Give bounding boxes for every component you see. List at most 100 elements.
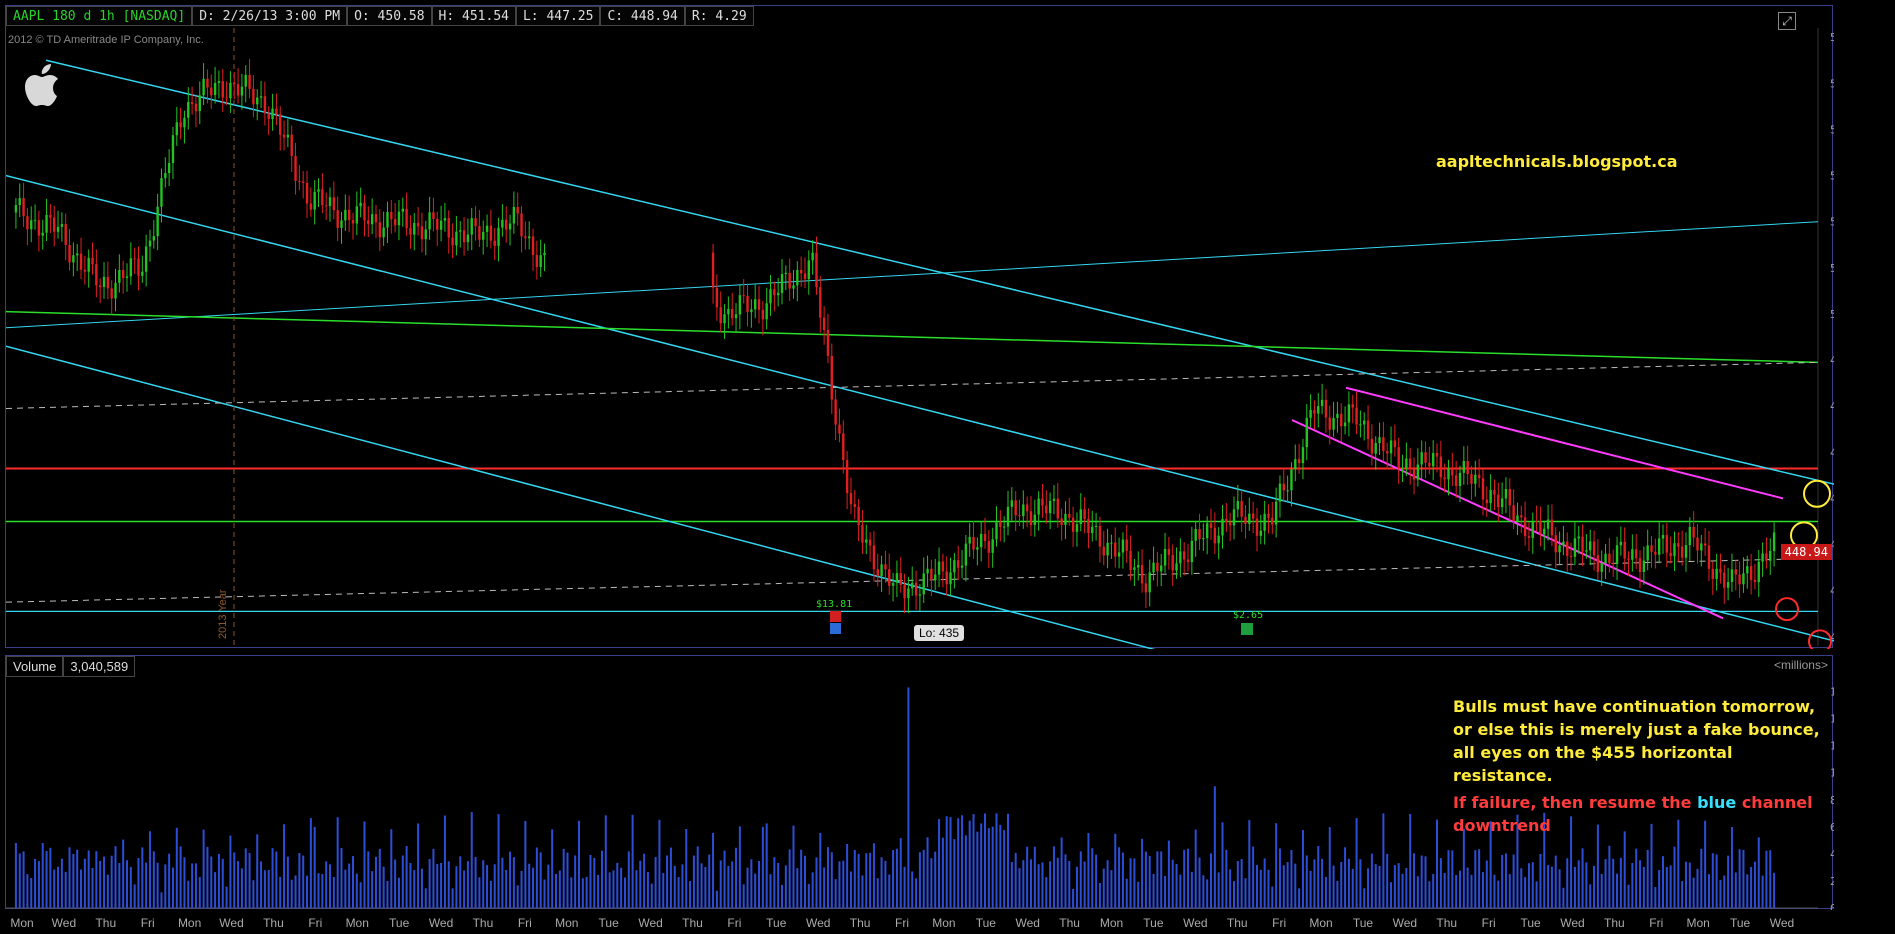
candle-body — [1374, 443, 1377, 454]
volume-bar — [723, 850, 726, 908]
candle-body — [309, 203, 313, 210]
volume-bar — [248, 852, 251, 908]
volume-bar — [290, 879, 293, 908]
x-tick-label: Thu — [1436, 916, 1457, 930]
candle-body — [1527, 536, 1531, 538]
volume-bar — [869, 852, 872, 908]
candle-body — [979, 533, 983, 548]
candle-body — [1083, 509, 1086, 519]
candle-body — [1765, 553, 1768, 561]
volume-bar — [895, 848, 898, 908]
x-tick-label: Fri — [727, 916, 741, 930]
blog-url: aapltechnicals.blogspot.ca — [1436, 152, 1678, 171]
candle-body — [1037, 498, 1040, 515]
volume-bar — [1160, 851, 1163, 908]
volume-bar — [899, 838, 902, 908]
volume-bar — [570, 877, 573, 908]
volume-bar — [240, 868, 243, 908]
candle-body — [413, 222, 416, 235]
price-chart-svg: 4304404504604704804905005105205305405505… — [6, 28, 1834, 649]
candle-body — [416, 222, 420, 227]
candle-body — [535, 254, 539, 267]
candle-body — [1056, 498, 1059, 519]
candle-body — [1726, 582, 1730, 588]
candle-body — [1612, 563, 1615, 565]
candle-body — [1497, 494, 1500, 508]
volume-bar — [1198, 857, 1201, 908]
volume-bar — [1282, 865, 1285, 908]
volume-tick-label: 4 — [1830, 848, 1834, 861]
event-icon — [830, 611, 841, 622]
volume-bar — [1497, 880, 1500, 908]
candle-body — [1148, 572, 1151, 593]
volume-bar — [765, 823, 768, 908]
channel-line — [6, 345, 1156, 649]
candle-body — [240, 86, 244, 96]
volume-bar — [486, 865, 489, 908]
volume-bar — [397, 877, 400, 908]
volume-bar — [325, 861, 328, 908]
channel-line — [45, 59, 1834, 485]
candle-body — [275, 108, 278, 115]
candle-body — [470, 218, 473, 235]
candle-body — [87, 257, 90, 272]
volume-bar — [283, 824, 286, 908]
volume-bar — [374, 856, 377, 908]
volume-bar — [650, 883, 653, 908]
green-trend-line — [6, 310, 1819, 364]
candle-body — [213, 82, 217, 96]
candle-body — [776, 292, 780, 296]
volume-bar — [156, 862, 159, 908]
candle-body — [1290, 469, 1293, 491]
volume-bar — [428, 859, 431, 908]
x-tick-label: Tue — [389, 916, 410, 930]
volume-bar — [478, 877, 481, 908]
candle-body — [76, 253, 79, 256]
volume-bar — [191, 863, 194, 908]
volume-bar — [1769, 850, 1772, 908]
volume-bar — [1520, 868, 1523, 908]
volume-bar — [1064, 854, 1067, 908]
volume-bar — [616, 862, 619, 908]
candle-body — [1489, 490, 1492, 504]
volume-bar — [807, 884, 810, 908]
candle-body — [1535, 520, 1538, 522]
candle-body — [60, 224, 64, 227]
volume-bar — [826, 847, 829, 908]
candle-body — [1772, 532, 1776, 551]
candle-body — [1366, 420, 1370, 439]
candle-body — [114, 282, 117, 299]
x-tick-label: Wed — [1560, 916, 1584, 930]
candle-body — [1566, 541, 1569, 556]
volume-bar — [1753, 861, 1756, 908]
candle-body — [738, 295, 742, 315]
volume-bar — [593, 858, 596, 908]
volume-bar — [37, 861, 40, 908]
candle-body — [95, 264, 98, 286]
candle-body — [1405, 458, 1408, 468]
candle-body — [1458, 472, 1462, 486]
volume-bar — [884, 860, 887, 908]
candle-body — [1769, 550, 1772, 561]
price-chart-pane[interactable]: AAPL 180 d 1h [NASDAQ] D: 2/26/13 3:00 P… — [5, 5, 1834, 649]
volume-bar — [1175, 864, 1178, 908]
volume-bar — [1646, 849, 1649, 908]
candle-body — [1294, 459, 1297, 470]
volume-bar — [926, 837, 929, 908]
candle-body — [1382, 437, 1385, 452]
candle-body — [1202, 538, 1205, 540]
candle-body — [252, 88, 255, 105]
candle-body — [393, 219, 397, 226]
volume-bar — [1547, 865, 1550, 908]
volume-bar — [1673, 846, 1676, 908]
volume-bar — [1045, 877, 1048, 908]
volume-bar — [1585, 862, 1588, 908]
candle-body — [1627, 558, 1630, 560]
candle-body — [1504, 489, 1508, 499]
volume-bar — [1458, 870, 1461, 908]
volume-bar — [516, 885, 519, 908]
volume-bar — [1470, 874, 1473, 908]
x-tick-label: Wed — [1183, 916, 1207, 930]
volume-bar — [1210, 853, 1213, 908]
volume-bar — [1378, 865, 1381, 908]
